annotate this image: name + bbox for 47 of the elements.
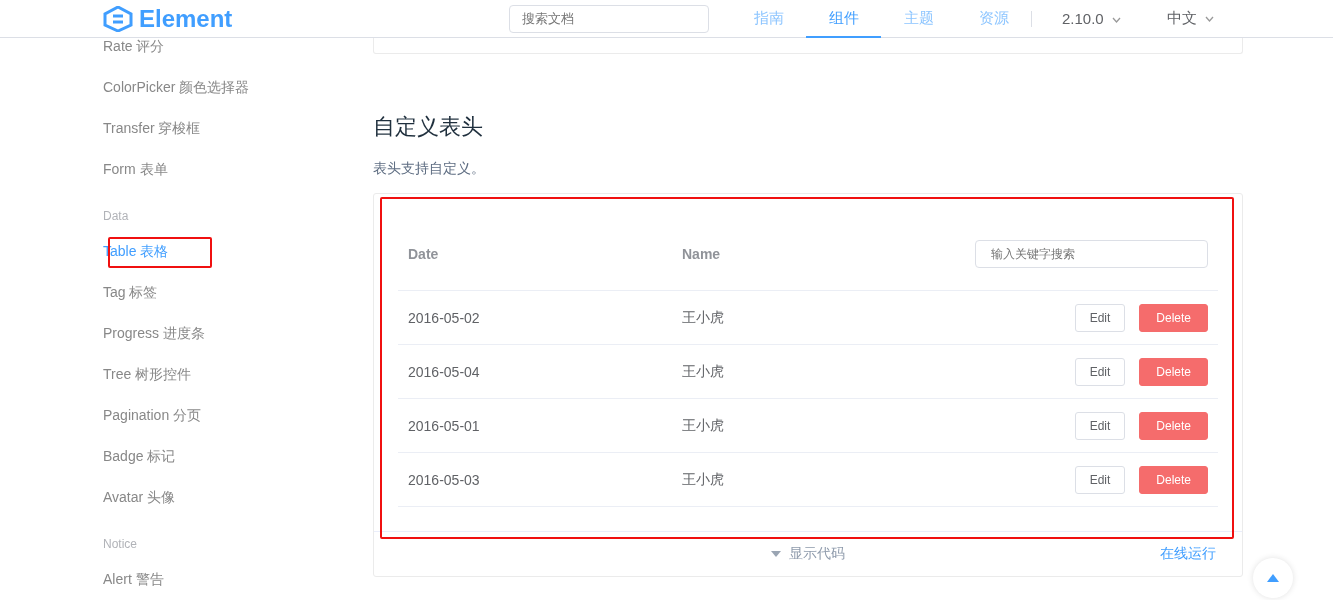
logo-text[interactable]: Element bbox=[139, 4, 233, 33]
column-header: Name bbox=[681, 246, 722, 262]
sidebar-item[interactable]: Badge 标记 bbox=[103, 448, 373, 489]
table-cell: 2016-05-03 bbox=[408, 471, 480, 488]
search-field[interactable]: 搜索文档 bbox=[509, 4, 709, 33]
caret-down-icon bbox=[771, 551, 781, 557]
table-cell: 王小虎 bbox=[682, 308, 724, 325]
table-cell: 王小虎 bbox=[682, 470, 724, 487]
nav-link[interactable]: 组件 bbox=[806, 0, 881, 38]
table-cell: 王小虎 bbox=[682, 362, 724, 379]
sidebar-item[interactable]: Avatar 头像 bbox=[103, 489, 373, 530]
edit-button[interactable]: Edit bbox=[1074, 357, 1126, 386]
edit-button[interactable]: Edit bbox=[1074, 411, 1126, 440]
language-dropdown[interactable]: 中文 bbox=[1166, 9, 1215, 28]
chevron-down-icon bbox=[1205, 16, 1215, 23]
sidebar-item[interactable]: Progress 进度条 bbox=[103, 325, 373, 366]
table-cell: 王小虎 bbox=[682, 416, 724, 433]
delete-button[interactable]: Delete bbox=[1139, 465, 1208, 494]
table-cell: 2016-05-04 bbox=[408, 363, 480, 380]
sidebar-item[interactable]: Tree 树形控件 bbox=[103, 366, 373, 407]
table-cell: 2016-05-02 bbox=[408, 309, 480, 326]
table-cell: 2016-05-01 bbox=[408, 417, 480, 434]
sidebar-group-label: Notice bbox=[103, 536, 138, 553]
delete-button[interactable]: Delete bbox=[1139, 303, 1208, 332]
section-description: 表头支持自定义。 bbox=[373, 160, 486, 178]
sidebar-item[interactable]: ColorPicker 颜色选择器 bbox=[103, 79, 373, 120]
hexagon-logo-icon bbox=[103, 5, 133, 32]
chevron-down-icon bbox=[1111, 17, 1121, 24]
delete-button[interactable]: Delete bbox=[1139, 357, 1208, 386]
run-online-link[interactable]: 在线运行 bbox=[1160, 545, 1216, 563]
version-dropdown[interactable]: 2.10.0 bbox=[1062, 10, 1121, 27]
sidebar-item[interactable]: Form 表单 bbox=[103, 161, 373, 202]
delete-button[interactable]: Delete bbox=[1139, 411, 1208, 440]
sidebar-group-label: Data bbox=[103, 208, 130, 225]
sidebar-item[interactable]: Pagination 分页 bbox=[103, 407, 373, 448]
show-code-toggle[interactable]: 显示代码 bbox=[771, 545, 845, 563]
edit-button[interactable]: Edit bbox=[1074, 303, 1126, 332]
caret-up-icon bbox=[1267, 574, 1279, 582]
sidebar-item[interactable]: Rate 评分 bbox=[103, 38, 373, 79]
sidebar-item[interactable]: Alert 警告 bbox=[103, 571, 373, 600]
sidebar-item[interactable]: Tag 标签 bbox=[103, 284, 373, 325]
keyword-search-field[interactable]: 输入关键字搜索 bbox=[975, 240, 1208, 268]
edit-button[interactable]: Edit bbox=[1074, 465, 1126, 494]
column-header: Date bbox=[407, 246, 440, 262]
back-to-top-button[interactable] bbox=[1253, 558, 1293, 598]
sidebar-item[interactable]: Transfer 穿梭框 bbox=[103, 120, 373, 161]
section-title: 自定义表头 bbox=[373, 113, 484, 140]
